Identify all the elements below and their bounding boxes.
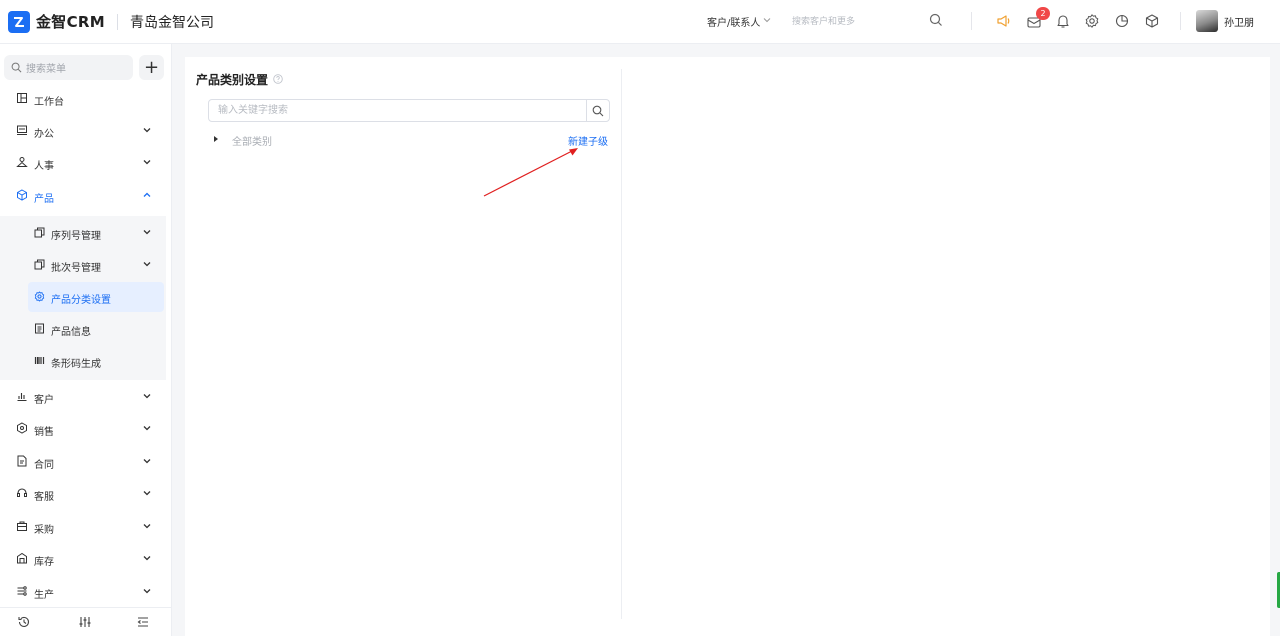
cube-icon[interactable] [1143, 12, 1161, 30]
menu-search-placeholder: 搜索菜单 [26, 64, 66, 75]
sidebar-item-serial-number[interactable]: 序列号管理 [0, 218, 166, 248]
chart-icon [17, 393, 27, 402]
global-search-input[interactable]: 搜索客户和更多 [792, 14, 855, 27]
copy-icon [34, 259, 45, 270]
sidebar-item-hr[interactable]: 人事 [0, 148, 172, 178]
chevron-down-icon [143, 160, 151, 165]
chevron-down-icon [143, 230, 151, 235]
panel-divider [621, 69, 622, 619]
brand-name: 金智CRM [36, 13, 105, 31]
sidebar-item-label: 采购 [34, 525, 54, 536]
gear-icon[interactable] [1083, 12, 1101, 30]
people-icon [16, 157, 28, 167]
new-child-button[interactable]: 新建子级 [568, 133, 608, 148]
office-icon [17, 125, 27, 135]
warehouse-icon [17, 552, 27, 564]
divider [117, 13, 118, 30]
chevron-down-icon [143, 459, 151, 464]
sidebar-item-label: 客户 [34, 395, 54, 406]
pie-chart-icon[interactable] [1113, 12, 1131, 30]
sidebar-item-label: 生产 [34, 590, 54, 601]
sidebar-item-workbench[interactable]: 工作台 [0, 84, 172, 114]
search-icon[interactable] [929, 13, 943, 30]
chevron-down-icon [143, 262, 151, 267]
logo-icon [8, 10, 30, 33]
hexagon-icon [17, 422, 27, 434]
chevron-down-icon [143, 491, 151, 496]
chevron-up-icon [143, 192, 151, 197]
sidebar-item-batch-number[interactable]: 批次号管理 [0, 250, 166, 280]
collapse-icon[interactable] [136, 615, 150, 629]
search-scope-dropdown[interactable]: 客户/联系人 [707, 14, 771, 29]
history-icon[interactable] [17, 615, 31, 629]
caret-right-icon[interactable] [214, 136, 218, 142]
list-icon [35, 323, 44, 334]
chevron-down-icon [143, 128, 151, 133]
sidebar-item-product-info[interactable]: 产品信息 [0, 314, 166, 344]
sidebar-item-label: 人事 [34, 161, 54, 172]
sidebar-item-service[interactable]: 客服 [0, 479, 172, 509]
sidebar-item-label: 工作台 [34, 97, 64, 108]
sidebar-item-label: 产品信息 [51, 327, 91, 338]
main-panel: 产品类别设置 全部类别 新建子级 [185, 57, 1270, 636]
sidebar-item-label: 产品 [34, 194, 54, 205]
sidebar-item-purchase[interactable]: 采购 [0, 512, 172, 542]
shopping-icon [17, 521, 27, 531]
document-icon [17, 455, 27, 467]
sidebar-item-label: 序列号管理 [51, 231, 101, 242]
page-title: 产品类别设置 [196, 73, 269, 87]
chevron-down-icon [143, 524, 151, 529]
dashboard-icon [17, 93, 27, 103]
avatar[interactable] [1196, 10, 1218, 32]
sidebar-item-product[interactable]: 产品 [0, 181, 172, 211]
sidebar-item-label: 批次号管理 [51, 263, 101, 274]
divider [1180, 12, 1181, 30]
headset-icon [17, 488, 27, 497]
sidebar: 搜索菜单 + 工作台 办公 人事 产品 序列号管理 批次号管理 产品分类设置 产… [0, 44, 172, 636]
add-menu-button[interactable]: + [139, 55, 164, 80]
sidebar-item-office[interactable]: 办公 [0, 116, 172, 146]
sidebar-item-barcode[interactable]: 条形码生成 [0, 346, 166, 376]
gear-icon [34, 291, 45, 302]
notification-badge: 2 [1036, 7, 1050, 20]
chevron-down-icon [143, 589, 151, 594]
divider [971, 12, 972, 30]
chevron-down-icon [143, 394, 151, 399]
search-icon [11, 62, 22, 73]
search-icon [592, 105, 604, 116]
product-submenu: 序列号管理 批次号管理 产品分类设置 产品信息 条形码生成 [0, 216, 166, 380]
bell-icon[interactable] [1054, 12, 1072, 30]
copy-icon [34, 227, 45, 238]
chevron-down-icon [763, 16, 771, 27]
sidebar-item-label: 合同 [34, 460, 54, 471]
sidebar-item-inventory[interactable]: 库存 [0, 544, 172, 574]
cube-icon [17, 189, 27, 201]
help-icon[interactable] [273, 73, 283, 87]
sidebar-item-label: 产品分类设置 [51, 295, 111, 306]
sidebar-item-label: 办公 [34, 129, 54, 140]
sidebar-footer [0, 607, 172, 636]
keyword-search-button[interactable] [586, 99, 610, 122]
sidebar-item-label: 条形码生成 [51, 359, 101, 370]
chevron-down-icon [143, 556, 151, 561]
barcode-icon [34, 357, 45, 364]
sidebar-item-label: 库存 [34, 557, 54, 568]
tree-node-all-categories[interactable]: 全部类别 [232, 133, 272, 148]
sidebar-item-production[interactable]: 生产 [0, 577, 172, 607]
sidebar-item-label: 销售 [34, 427, 54, 438]
sidebar-item-customer[interactable]: 客户 [0, 382, 172, 412]
sidebar-item-contract[interactable]: 合同 [0, 447, 172, 477]
search-scope-label: 客户/联系人 [707, 18, 761, 29]
sidebar-item-product-category[interactable]: 产品分类设置 [28, 282, 164, 312]
sidebar-item-label: 客服 [34, 492, 54, 503]
production-icon [17, 586, 27, 596]
sidebar-item-sales[interactable]: 销售 [0, 414, 172, 444]
menu-search-input[interactable]: 搜索菜单 [4, 55, 133, 80]
chevron-down-icon [143, 426, 151, 431]
company-name[interactable]: 青岛金智公司 [130, 12, 214, 32]
sliders-icon[interactable] [78, 615, 92, 629]
megaphone-icon[interactable] [995, 12, 1013, 30]
keyword-search-input[interactable] [208, 99, 587, 122]
username[interactable]: 孙卫朋 [1224, 14, 1254, 29]
